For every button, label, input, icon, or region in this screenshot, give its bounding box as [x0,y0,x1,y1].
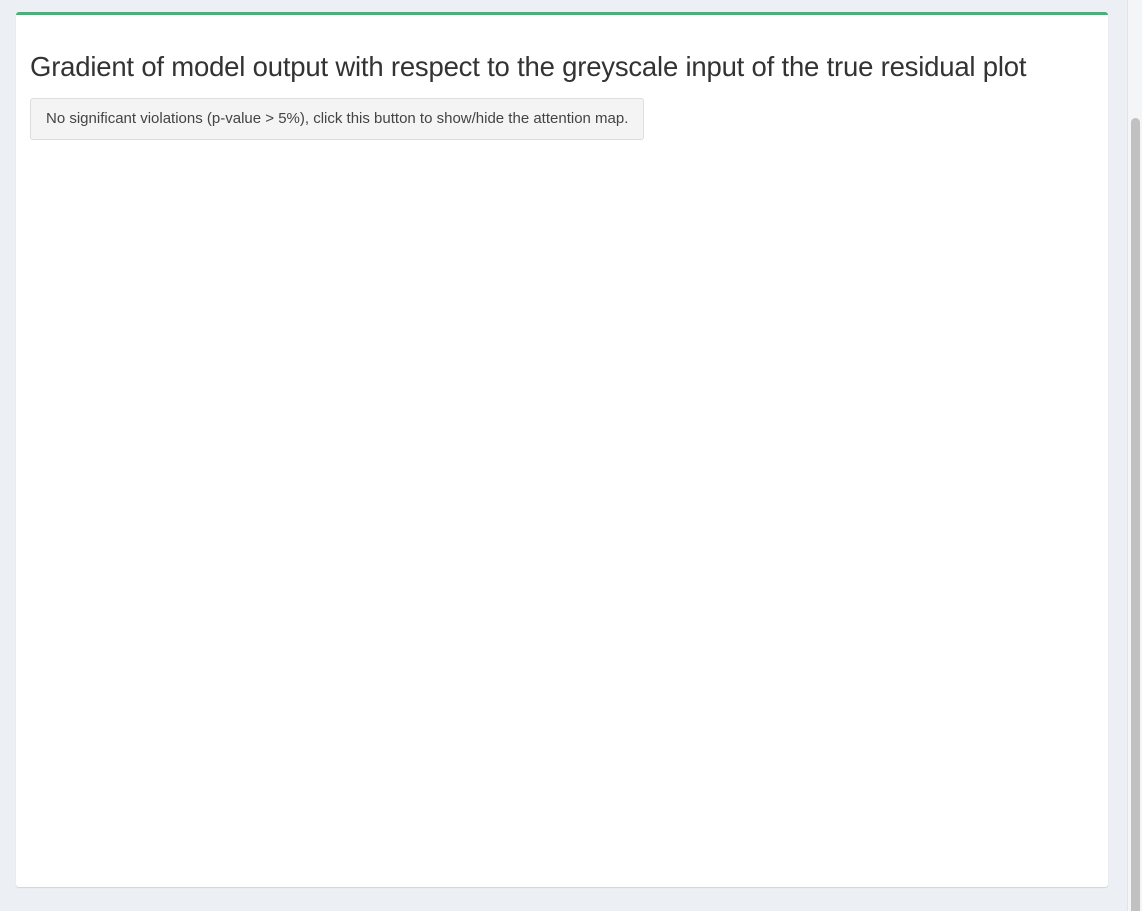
toggle-attention-map-button[interactable]: No significant violations (p-value > 5%)… [30,98,645,140]
panel-title: Gradient of model output with respect to… [30,51,1027,82]
scrollbar-thumb[interactable] [1131,118,1140,911]
attention-map-panel: Gradient of model output with respect to… [16,12,1108,887]
vertical-scrollbar[interactable] [1127,0,1142,911]
attention-map-area [30,155,1092,875]
page: Gradient of model output with respect to… [0,0,1142,911]
